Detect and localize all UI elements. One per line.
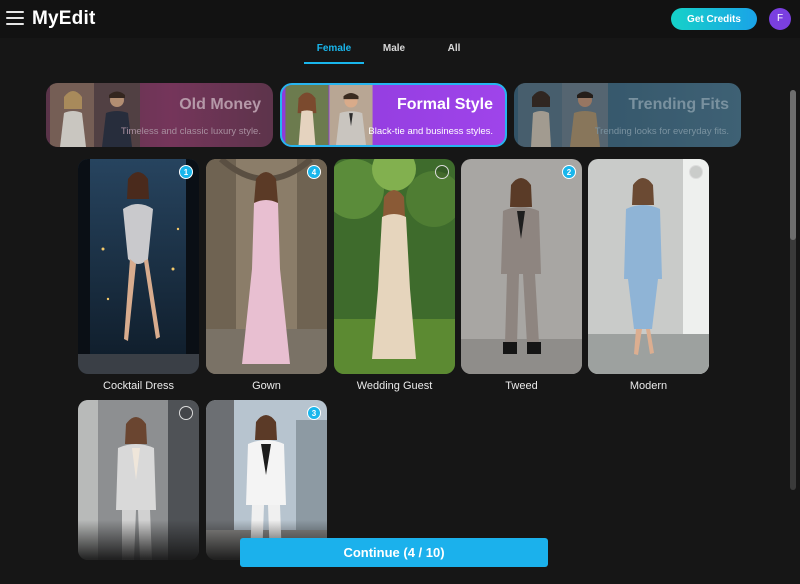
outfit-label: Modern — [629, 380, 668, 392]
outfit-label: Tweed — [505, 380, 538, 392]
outfit-card-gown[interactable]: 4 — [206, 159, 327, 374]
gown-photo — [206, 159, 327, 374]
outfit-card-tweed[interactable]: 2 — [461, 159, 582, 374]
top-bar: MyEdit Get Credits F — [0, 0, 800, 38]
wedding-guest-photo — [334, 159, 455, 374]
user-avatar[interactable]: F — [769, 8, 791, 30]
selection-ring — [435, 165, 449, 179]
style-description: Trending looks for everyday fits. — [594, 126, 729, 137]
tab-female[interactable]: Female — [304, 38, 364, 64]
selection-ring — [179, 406, 193, 420]
style-title: Trending Fits — [628, 96, 729, 113]
tab-all[interactable]: All — [424, 38, 484, 64]
selection-order-badge: 2 — [562, 165, 576, 179]
style-title: Old Money — [179, 96, 261, 113]
old-money-woman-thumbnail — [50, 83, 96, 147]
tab-male[interactable]: Male — [364, 38, 424, 64]
style-description: Black-tie and business styles. — [368, 126, 493, 137]
trending-woman-thumbnail — [518, 83, 564, 147]
page-scrollbar[interactable] — [790, 90, 796, 490]
outfit-card-wedding-guest[interactable] — [334, 159, 455, 374]
gender-tabs: Female Male All — [304, 38, 484, 64]
outfit-card-modern[interactable] — [588, 159, 709, 374]
formal-woman-thumbnail — [285, 85, 329, 145]
style-card-old-money[interactable]: Old Money Timeless and classic luxury st… — [46, 83, 273, 147]
selection-order-badge: 3 — [307, 406, 321, 420]
style-card-formal-style[interactable]: Formal Style Black-tie and business styl… — [280, 83, 507, 147]
modern-photo — [588, 159, 709, 374]
trending-man-thumbnail — [562, 83, 608, 147]
tweed-photo — [461, 159, 582, 374]
style-description: Timeless and classic luxury style. — [120, 126, 261, 137]
cocktail-dress-photo — [78, 159, 199, 374]
continue-button[interactable]: Continue (4 / 10) — [240, 538, 548, 567]
selection-order-badge: 1 — [179, 165, 193, 179]
outfit-label: Cocktail Dress — [103, 380, 174, 392]
formal-man-thumbnail — [329, 85, 373, 145]
style-card-trending-fits[interactable]: Trending Fits Trending looks for everyda… — [514, 83, 741, 147]
outfit-label: Wedding Guest — [356, 380, 433, 392]
hamburger-menu-icon[interactable] — [6, 11, 24, 25]
app-logo: MyEdit — [32, 8, 96, 29]
selection-ring — [689, 165, 703, 179]
scrollbar-thumb[interactable] — [790, 90, 796, 240]
style-title: Formal Style — [396, 96, 493, 113]
old-money-man-thumbnail — [94, 83, 140, 147]
outfit-label: Gown — [252, 380, 281, 392]
selection-order-badge: 4 — [307, 165, 321, 179]
outfit-card-cocktail-dress[interactable]: 1 — [78, 159, 199, 374]
get-credits-button[interactable]: Get Credits — [671, 8, 757, 30]
